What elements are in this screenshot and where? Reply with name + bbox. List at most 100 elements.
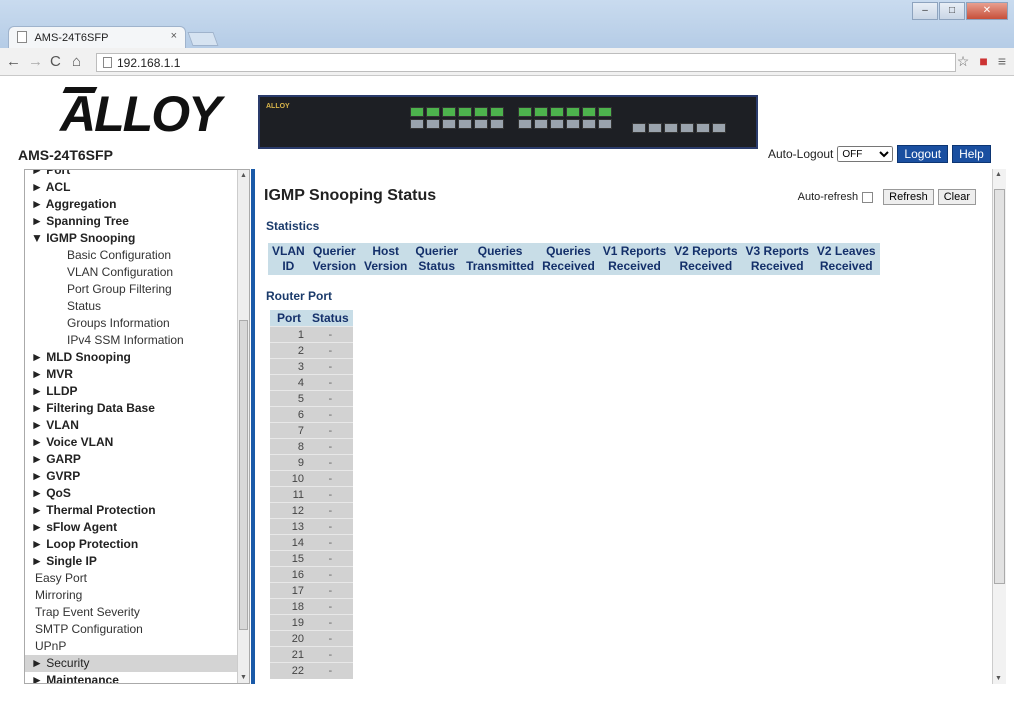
menu-item[interactable]: IPv4 SSM Information (31, 332, 249, 349)
menu-icon[interactable]: ≡ (998, 53, 1006, 70)
refresh-button[interactable]: Refresh (883, 189, 934, 205)
menu-item[interactable]: ► LLDP (31, 383, 249, 400)
port-status: - (308, 662, 353, 679)
menu-item[interactable]: Groups Information (31, 315, 249, 332)
port-status: - (308, 406, 353, 423)
menu-item[interactable]: VLAN Configuration (31, 264, 249, 281)
port-status: - (308, 630, 353, 647)
scroll-down-icon[interactable]: ▼ (240, 674, 247, 681)
column-header-line: VLAN (272, 244, 305, 258)
menu-item[interactable]: ► QoS (31, 485, 249, 502)
menu-item[interactable]: ► Security (25, 655, 249, 672)
switch-brand-label: ALLOY (266, 103, 290, 110)
frame-divider[interactable] (251, 169, 255, 684)
port-status: - (308, 390, 353, 407)
table-row: 19- (270, 614, 353, 631)
menu-item[interactable]: Basic Configuration (31, 247, 249, 264)
menu-item[interactable]: ► Spanning Tree (31, 213, 249, 230)
window-close-icon[interactable]: ✕ (966, 2, 1008, 20)
port-number: 10 (270, 470, 308, 487)
menu-item[interactable]: ► Loop Protection (31, 536, 249, 553)
column-header-line: Received (608, 259, 661, 273)
port-number: 16 (270, 566, 308, 583)
menu-scroll-thumb[interactable] (239, 320, 248, 630)
page-scroll-thumb[interactable] (994, 189, 1005, 584)
extension-icon[interactable]: ■ (979, 53, 987, 70)
statistics-column-header: VLAN ID (268, 243, 309, 275)
table-row: 7- (270, 422, 353, 439)
forward-icon[interactable]: → (28, 53, 43, 70)
address-bar: ← → C ⌂ 192.168.1.1 ☆ ■ ≡ (0, 48, 1014, 76)
menu-scrollbar[interactable]: ▲ ▼ (237, 170, 249, 683)
port-number: 19 (270, 614, 308, 631)
menu-item[interactable]: Port Group Filtering (31, 281, 249, 298)
menu-item[interactable]: Mirroring (31, 587, 249, 604)
menu-item[interactable]: ► Port (31, 170, 249, 179)
url-input[interactable]: 192.168.1.1 (96, 53, 956, 72)
table-row: 14- (270, 534, 353, 551)
menu-item[interactable]: ► GVRP (31, 468, 249, 485)
port-group-2 (518, 107, 612, 129)
new-tab-button[interactable] (187, 32, 219, 46)
menu-item[interactable]: ► MLD Snooping (31, 349, 249, 366)
port-number: 5 (270, 390, 308, 407)
refresh-controls: Auto-refresh Refresh Clear (798, 189, 976, 205)
page-icon (103, 57, 112, 68)
column-header-line: Querier (415, 244, 459, 258)
menu-item[interactable]: ► Filtering Data Base (31, 400, 249, 417)
menu-item[interactable]: Status (31, 298, 249, 315)
scroll-up-icon[interactable]: ▲ (995, 171, 1002, 178)
port-status: - (308, 534, 353, 551)
menu-item[interactable]: ► Single IP (31, 553, 249, 570)
menu-item[interactable]: UPnP (31, 638, 249, 655)
port-number: 20 (270, 630, 308, 647)
table-row: 4- (270, 374, 353, 391)
statistics-column-header: Queries Transmitted (462, 243, 539, 275)
port-status: - (308, 342, 353, 359)
table-row: 15- (270, 550, 353, 567)
auto-logout-select[interactable]: OFF (837, 146, 894, 162)
home-icon[interactable]: ⌂ (72, 53, 81, 70)
logout-button[interactable]: Logout (897, 145, 949, 163)
port-group-1 (410, 107, 504, 129)
minimize-icon[interactable]: – (912, 2, 938, 20)
port-status: - (308, 358, 353, 375)
table-row: 9- (270, 454, 353, 471)
menu-item[interactable]: Easy Port (31, 570, 249, 587)
port-number: 21 (270, 646, 308, 663)
sfp-ports (632, 123, 726, 133)
menu-item[interactable]: ► Maintenance (31, 672, 249, 683)
menu-item[interactable]: ► sFlow Agent (31, 519, 249, 536)
tab-close-icon[interactable]: × (171, 30, 177, 42)
browser-tab[interactable]: AMS-24T6SFP × (8, 26, 186, 48)
table-row: 18- (270, 598, 353, 615)
back-icon[interactable]: ← (6, 53, 21, 70)
page-scrollbar[interactable]: ▲ ▼ (992, 169, 1006, 684)
column-header-line: Received (750, 259, 804, 273)
menu-item[interactable]: SMTP Configuration (31, 621, 249, 638)
help-button[interactable]: Help (952, 145, 991, 163)
menu-item[interactable]: ► Aggregation (31, 196, 249, 213)
menu-item[interactable]: ► ACL (31, 179, 249, 196)
menu-item[interactable]: ▼ IGMP Snooping (31, 230, 249, 247)
port-status: - (308, 422, 353, 439)
maximize-icon[interactable]: □ (939, 2, 965, 20)
scroll-down-icon[interactable]: ▼ (995, 675, 1002, 682)
menu-item[interactable]: ► Voice VLAN (31, 434, 249, 451)
port-number: 15 (270, 550, 308, 567)
menu-item[interactable]: Trap Event Severity (31, 604, 249, 621)
alloy-logo: ALLOY (60, 86, 221, 142)
table-row: 12- (270, 502, 353, 519)
reload-icon[interactable]: C (50, 53, 61, 70)
bookmark-star-icon[interactable]: ☆ (957, 53, 970, 70)
menu-item[interactable]: ► GARP (31, 451, 249, 468)
auto-refresh-checkbox[interactable] (862, 191, 874, 203)
table-row: 11- (270, 486, 353, 503)
window-controls: – □ ✕ (912, 2, 1008, 20)
menu-item[interactable]: ► VLAN (31, 417, 249, 434)
clear-button[interactable]: Clear (937, 189, 976, 205)
menu-item[interactable]: ► Thermal Protection (31, 502, 249, 519)
menu-item[interactable]: ► MVR (31, 366, 249, 383)
scroll-up-icon[interactable]: ▲ (240, 172, 247, 179)
statistics-column-header: Host Version (360, 243, 412, 275)
